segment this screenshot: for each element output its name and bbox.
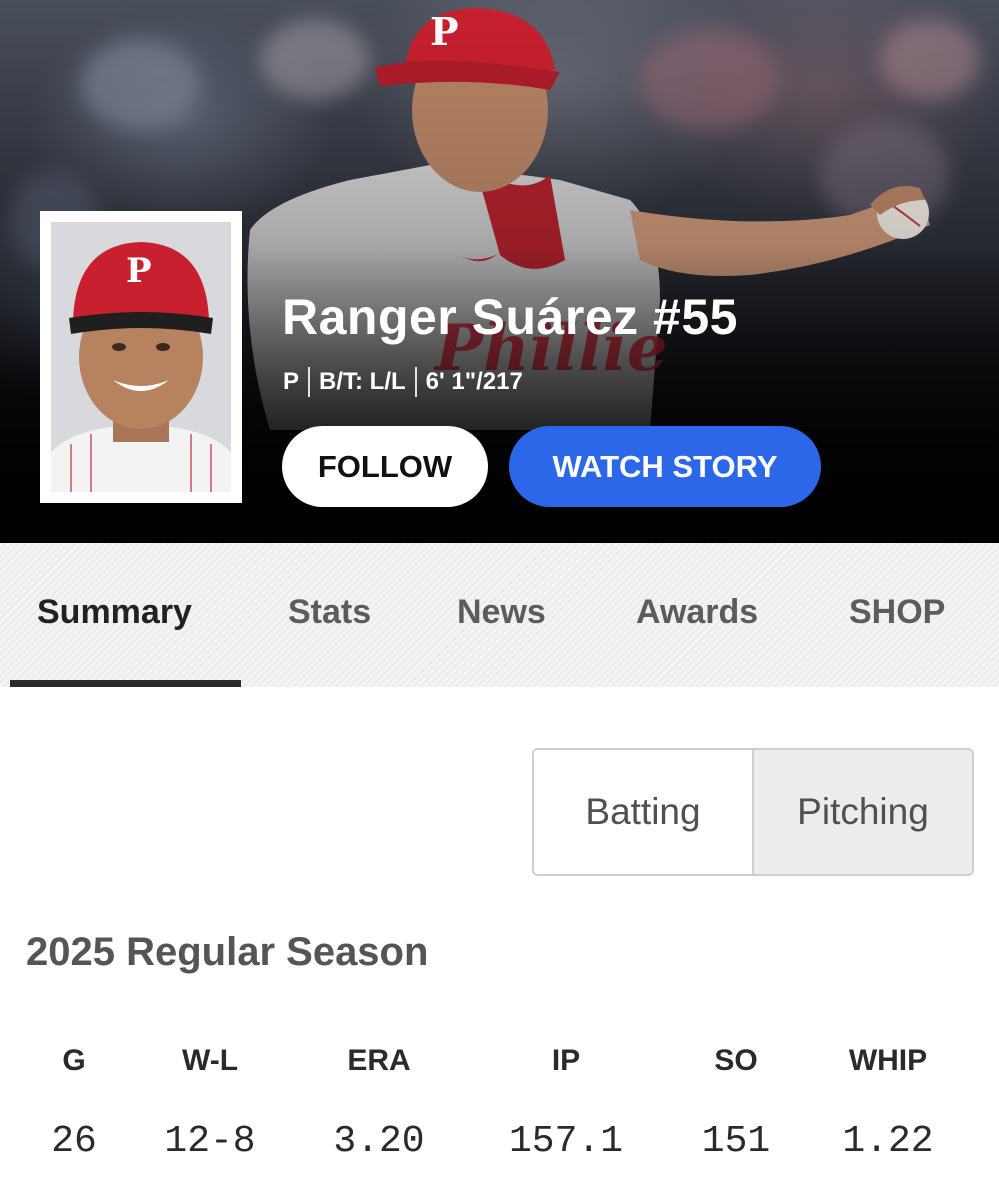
stat-header-wl: W-L [181,1044,239,1077]
player-name: Ranger Suárez #55 [282,289,738,345]
player-bio-line: P B/T: L/L 6' 1"/217 [283,367,523,397]
season-title: 2025 Regular Season [26,930,429,974]
player-bats-throws: B/T: L/L [319,368,406,395]
tab-stats[interactable]: Stats [288,593,371,632]
active-tab-indicator [10,680,241,687]
stat-value-ip: 157.1 [508,1120,624,1163]
player-hero: P Phillie [0,0,999,543]
player-height-weight: 6' 1"/217 [425,368,523,395]
stat-header-era: ERA [347,1044,411,1077]
tab-awards[interactable]: Awards [636,593,758,632]
meta-divider [308,367,311,397]
stat-header-so: SO [714,1044,758,1077]
stat-value-so: 151 [701,1120,771,1163]
svg-text:P: P [126,251,152,291]
stat-header-whip: WHIP [848,1044,928,1077]
tab-news[interactable]: News [457,593,546,632]
stat-value-g: 26 [51,1120,97,1163]
stat-value-whip: 1.22 [842,1120,934,1163]
headshot-portrait: P [51,222,231,492]
tab-shop[interactable]: SHOP [849,593,945,632]
meta-divider [414,367,417,397]
tab-summary[interactable]: Summary [37,593,192,632]
stat-header-g: G [62,1044,86,1077]
player-headshot: P [40,211,242,503]
player-position: P [283,368,300,395]
profile-tab-bar: Summary Stats News Awards SHOP [0,543,999,687]
stat-value-era: 3.20 [333,1120,425,1163]
stat-header-ip: IP [551,1044,581,1077]
pitching-toggle-option[interactable]: Pitching [754,750,972,874]
stat-type-toggle: Batting Pitching [532,748,974,876]
batting-toggle-option[interactable]: Batting [534,750,754,874]
follow-button[interactable]: FOLLOW [282,426,488,507]
watch-story-button[interactable]: WATCH STORY [509,426,821,507]
stat-value-wl: 12-8 [164,1120,256,1163]
